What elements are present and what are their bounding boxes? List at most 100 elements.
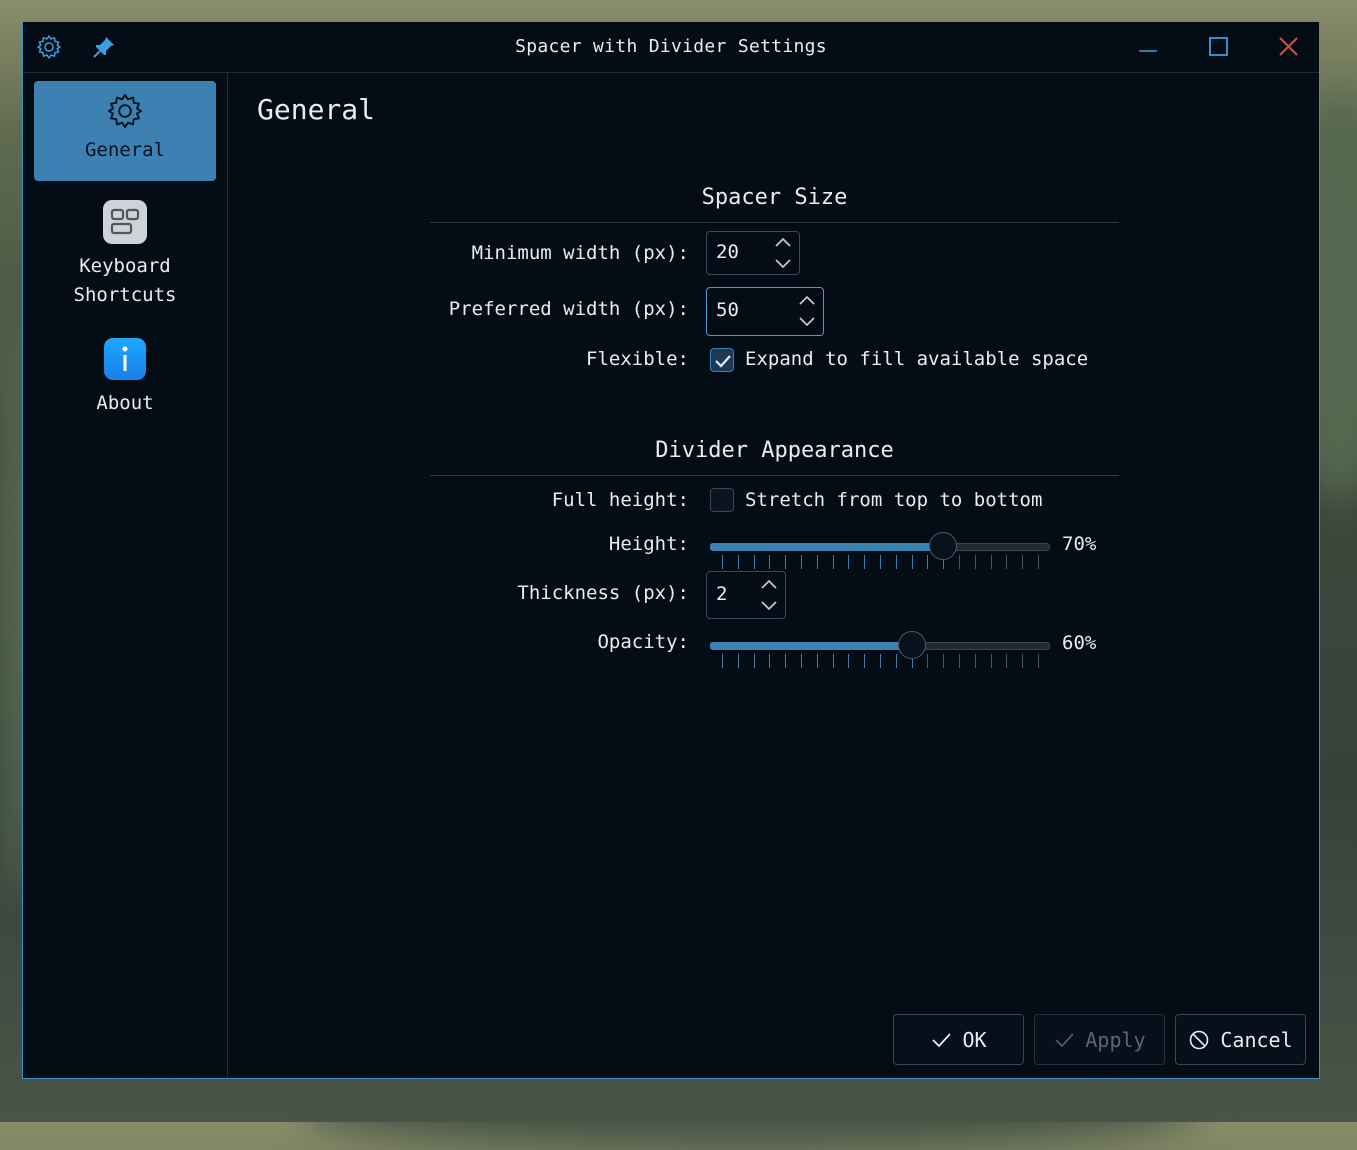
page-title: General bbox=[257, 93, 376, 126]
min-width-value: 20 bbox=[716, 241, 739, 263]
cancel-button-label: Cancel bbox=[1220, 1027, 1293, 1052]
slider-tick bbox=[895, 555, 897, 569]
slider-tick bbox=[895, 654, 897, 668]
apply-button[interactable]: Apply bbox=[1034, 1014, 1165, 1065]
height-value: 70% bbox=[1062, 533, 1097, 555]
full-height-checkbox-label[interactable]: Stretch from top to bottom bbox=[745, 489, 1042, 511]
slider-tick bbox=[737, 654, 739, 668]
checkmark-icon bbox=[715, 355, 731, 368]
settings-window: Spacer with Divider Settings General Key… bbox=[22, 21, 1320, 1079]
section-divider bbox=[430, 222, 1119, 223]
check-icon bbox=[932, 1032, 952, 1047]
slider-tick bbox=[880, 654, 881, 668]
slider-tick bbox=[753, 555, 755, 569]
close-icon[interactable] bbox=[1271, 30, 1305, 64]
slider-tick bbox=[1022, 654, 1024, 668]
section-heading-divider-appearance: Divider Appearance bbox=[655, 438, 894, 463]
ok-button[interactable]: OK bbox=[893, 1014, 1024, 1065]
ok-button-label: OK bbox=[962, 1027, 987, 1052]
sidebar: General Keyboard Shortcuts About bbox=[23, 73, 228, 1078]
slider-handle[interactable] bbox=[929, 532, 958, 560]
cancel-icon bbox=[1190, 1030, 1209, 1049]
slider-tick bbox=[990, 654, 992, 668]
slider-tick bbox=[1038, 555, 1039, 569]
slider-tick bbox=[769, 555, 771, 569]
slider-tick bbox=[785, 555, 787, 569]
slider-tick bbox=[1006, 555, 1008, 569]
flexible-checkbox-label[interactable]: Expand to fill available space bbox=[745, 348, 1088, 370]
slider-tick bbox=[722, 654, 723, 668]
slider-tick bbox=[974, 555, 976, 569]
slider-tick bbox=[848, 555, 850, 569]
sidebar-item-keyboard-shortcuts[interactable]: Keyboard Shortcuts bbox=[34, 199, 216, 311]
slider-tick bbox=[785, 654, 787, 668]
section-divider bbox=[430, 475, 1119, 476]
sidebar-item-label: General bbox=[84, 139, 166, 161]
slider-tick bbox=[1022, 555, 1024, 569]
slider-tick bbox=[816, 555, 818, 569]
slider-tick bbox=[927, 555, 929, 569]
spin-arrows-icon[interactable] bbox=[759, 577, 779, 613]
sidebar-item-label: About bbox=[96, 392, 154, 414]
slider-tick bbox=[816, 654, 818, 668]
flexible-label: Flexible: bbox=[586, 348, 689, 370]
slider-ticks bbox=[722, 555, 1039, 569]
sidebar-item-label: Keyboard Shortcuts bbox=[73, 255, 177, 306]
maximize-icon[interactable] bbox=[1201, 30, 1235, 64]
sidebar-item-about[interactable]: About bbox=[34, 337, 216, 421]
info-icon bbox=[104, 338, 146, 380]
sidebar-item-general[interactable]: General bbox=[34, 81, 216, 181]
slider-tick bbox=[959, 654, 960, 668]
slider-tick bbox=[801, 555, 802, 569]
slider-tick bbox=[737, 555, 739, 569]
window-title: Spacer with Divider Settings bbox=[515, 36, 827, 57]
slider-tick bbox=[832, 654, 834, 668]
slider-fill bbox=[710, 642, 914, 650]
thickness-label: Thickness (px): bbox=[517, 582, 689, 604]
opacity-label: Opacity: bbox=[597, 631, 689, 653]
slider-tick bbox=[801, 654, 802, 668]
preferred-width-value: 50 bbox=[716, 299, 739, 321]
height-label: Height: bbox=[608, 533, 689, 555]
opacity-slider[interactable] bbox=[710, 631, 1050, 668]
slider-ticks bbox=[722, 654, 1039, 668]
keyboard-icon bbox=[103, 200, 147, 244]
slider-tick bbox=[959, 555, 960, 569]
slider-tick bbox=[864, 555, 866, 569]
slider-tick bbox=[769, 654, 771, 668]
section-heading-spacer-size: Spacer Size bbox=[701, 185, 848, 210]
minimize-icon[interactable] bbox=[1131, 30, 1165, 64]
slider-handle[interactable] bbox=[897, 631, 926, 659]
slider-fill bbox=[710, 543, 946, 551]
spin-arrows-icon[interactable] bbox=[773, 235, 793, 271]
slider-tick bbox=[880, 555, 881, 569]
slider-tick bbox=[722, 555, 723, 569]
min-width-label: Minimum width (px): bbox=[471, 242, 689, 264]
check-icon bbox=[1055, 1032, 1075, 1047]
spin-arrows-icon[interactable] bbox=[797, 293, 817, 329]
flexible-checkbox[interactable] bbox=[710, 348, 734, 372]
slider-tick bbox=[1006, 654, 1008, 668]
slider-tick bbox=[927, 654, 929, 668]
apply-button-label: Apply bbox=[1085, 1027, 1146, 1052]
slider-tick bbox=[832, 555, 834, 569]
cancel-button[interactable]: Cancel bbox=[1175, 1014, 1306, 1065]
full-height-label: Full height: bbox=[551, 489, 689, 511]
preferred-width-label: Preferred width (px): bbox=[448, 298, 689, 320]
thickness-value: 2 bbox=[716, 583, 728, 605]
slider-tick bbox=[911, 555, 913, 569]
opacity-value: 60% bbox=[1062, 632, 1097, 654]
gear-icon bbox=[107, 93, 143, 129]
full-height-checkbox[interactable] bbox=[710, 488, 734, 512]
height-slider[interactable] bbox=[710, 532, 1050, 569]
slider-tick bbox=[753, 654, 755, 668]
slider-tick bbox=[943, 654, 945, 668]
slider-tick bbox=[990, 555, 992, 569]
preferred-width-spinbox[interactable]: 50 bbox=[706, 287, 824, 336]
slider-tick bbox=[848, 654, 850, 668]
title-bar: Spacer with Divider Settings bbox=[23, 22, 1319, 73]
background-foliage-bottom bbox=[300, 1070, 1200, 1150]
thickness-spinbox[interactable]: 2 bbox=[706, 571, 786, 619]
slider-tick bbox=[864, 654, 866, 668]
min-width-spinbox[interactable]: 20 bbox=[706, 231, 800, 275]
